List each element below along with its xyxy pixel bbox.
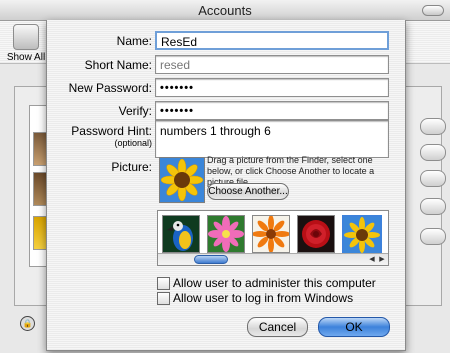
new-password-field[interactable]: ••••••• [155,78,389,97]
windows-login-checkbox-label: Allow user to log in from Windows [173,291,354,305]
cancel-button[interactable]: Cancel [247,317,308,337]
sunflower-image [160,158,204,202]
lock-icon[interactable]: 🔒 [20,316,35,331]
show-all-button[interactable]: Show All [6,24,46,63]
parrot-image [163,216,199,252]
window-title: Accounts [198,3,252,18]
name-field[interactable]: ResEd [155,31,389,50]
panel-button-3[interactable] [420,170,446,187]
picture-well[interactable] [159,157,205,203]
verify-label: Verify: [118,104,152,118]
title-bar: Accounts [0,0,450,21]
orange-gerbera-image [253,216,289,252]
short-name-field[interactable]: resed [155,55,389,74]
panel-button-5[interactable] [420,228,446,245]
picture-scrollbar[interactable] [158,253,388,265]
apple-icon [13,24,39,50]
administer-checkbox[interactable] [157,277,170,290]
toolbar-toggle-button[interactable] [422,5,444,16]
password-hint-optional-label: (optional) [114,138,152,148]
choose-another-button[interactable]: Choose Another... [207,183,289,200]
picture-thumbnail-orange-gerbera[interactable] [252,215,290,253]
panel-button-2[interactable] [420,144,446,161]
picture-label: Picture: [111,160,152,174]
administer-checkbox-label: Allow user to administer this computer [173,276,376,290]
picture-browser: ◀ ▶ [157,210,389,266]
name-label: Name: [116,34,152,48]
short-name-label: Short Name: [84,58,152,72]
scroll-left-arrow-icon[interactable]: ◀ [367,254,377,265]
scrollbar-thumb[interactable] [194,255,228,264]
panel-button-4[interactable] [420,198,446,215]
show-all-label: Show All [6,52,46,63]
picture-thumbnail-parrot[interactable] [162,215,200,253]
picture-thumbnail-red-rose[interactable] [297,215,335,253]
verify-field[interactable]: ••••••• [155,101,389,120]
red-rose-image [298,216,334,252]
scroll-right-arrow-icon[interactable]: ▶ [377,254,387,265]
panel-button-1[interactable] [420,118,446,135]
password-hint-label: Password Hint: [71,124,152,138]
pink-flower-image [208,216,244,252]
picture-thumbnail-pink-flower[interactable] [207,215,245,253]
windows-login-checkbox[interactable] [157,292,170,305]
new-password-label: New Password: [68,81,152,95]
edit-user-sheet: Name: ResEd Short Name: resed New Passwo… [46,20,406,351]
sunflower-thumb-image [344,217,380,253]
picture-thumbnail-sunflower[interactable] [342,215,382,255]
ok-button[interactable]: OK [318,317,390,337]
password-hint-field[interactable]: numbers 1 through 6 [155,120,389,158]
